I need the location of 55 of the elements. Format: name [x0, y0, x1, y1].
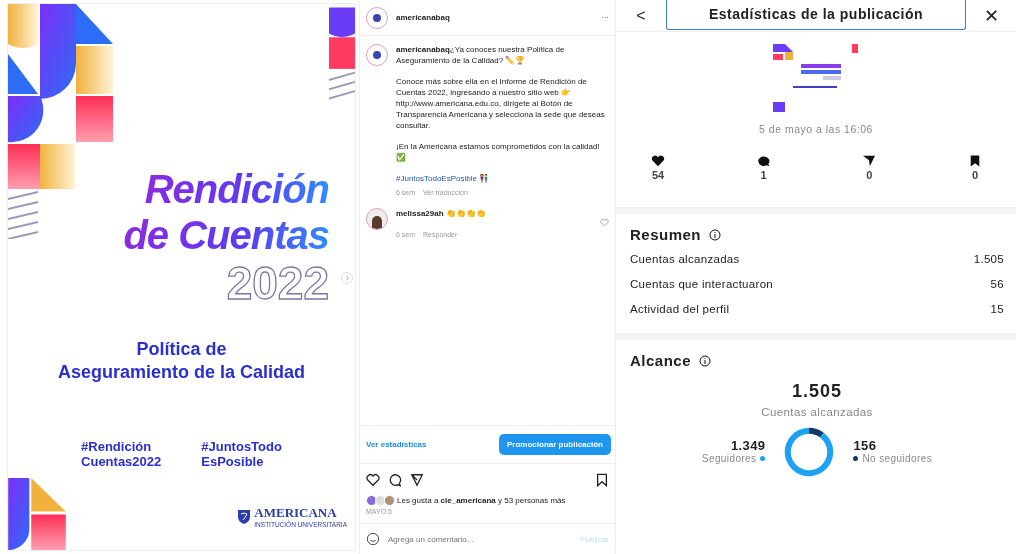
metric-label: Cuentas que interactuaron	[630, 278, 774, 290]
username[interactable]: americanabaq	[396, 13, 593, 22]
legend-label: No seguidores	[862, 453, 933, 464]
caption-text: americanabaq¿Ya conoces nuestra Política de Aseguramiento de la Calidad? ✏🏆	[396, 44, 566, 66]
avatar[interactable]	[366, 6, 388, 29]
legend-label: Seguidores	[701, 453, 757, 464]
count-value: 0	[866, 169, 873, 181]
metric-value: 1.505	[973, 253, 1004, 265]
shield-logo-icon	[237, 508, 252, 525]
comment-text: melissa29ah 👏👏👏👏	[396, 208, 487, 219]
heart-icon[interactable]	[366, 473, 380, 487]
comment-icon[interactable]	[388, 473, 402, 487]
post-date: 5 de mayo a las 16:06	[758, 123, 874, 135]
send-icon[interactable]	[410, 473, 424, 487]
more-options-button[interactable]: ···	[601, 13, 609, 22]
poster-hashtag: EsPosible	[201, 454, 265, 469]
legend-value: 156	[853, 438, 878, 453]
poster-subtitle: Política de	[135, 338, 228, 361]
info-icon[interactable]	[709, 228, 722, 241]
logo-name: AMERICANA	[254, 505, 338, 520]
poster-hashtag: Cuentas2022	[81, 454, 162, 469]
reach-label: Cuentas alcanzadas	[760, 406, 874, 418]
info-icon[interactable]	[699, 354, 712, 367]
count-value: 0	[971, 169, 979, 181]
caption-text: ¡En la Americana estamos comprometidos con la calidad! ✅	[396, 141, 601, 163]
liker-avatars	[366, 495, 393, 506]
comment-icon	[755, 155, 772, 167]
metric-label: Cuentas alcanzadas	[630, 253, 740, 265]
view-insights-link[interactable]: Ver estadísticas	[366, 440, 427, 449]
emoji-icon[interactable]	[366, 532, 380, 546]
send-icon	[861, 155, 878, 167]
section-heading: Alcance	[630, 352, 692, 369]
hashtag-link[interactable]: #JuntosTodoEsPosible 👫	[396, 173, 609, 184]
likes-text[interactable]: Les gusta a cie_americana y 53 personas más	[397, 496, 566, 505]
metric-label: Actividad del perfil	[630, 303, 730, 315]
count-value: 1	[760, 169, 767, 181]
caption-text: Conoce más sobre ella en el Informe de Rendición de Cuentas 2022, ingresando a nuestro sitio web 👉 http://www.americana.edu.co, dirígete al Botón de Transparencia Americana y selecciona la sede que deseas consultar.	[396, 76, 606, 131]
legend-value: 1.349	[730, 438, 766, 453]
geometric-decoration-drawing	[8, 478, 66, 550]
metric-value: 15	[990, 303, 1004, 315]
section-heading: Resumen	[630, 226, 702, 243]
poster-hashtag: #Rendición	[81, 439, 153, 454]
avatar[interactable]	[366, 208, 388, 230]
count-value: 54	[651, 169, 665, 181]
poster-hashtag: #JuntosTodo	[201, 439, 282, 454]
poster-year: 2022	[226, 258, 329, 308]
avatar[interactable]	[366, 44, 388, 66]
bookmark-icon[interactable]	[595, 473, 609, 487]
back-button[interactable]: <	[616, 6, 666, 25]
reach-total: 1.505	[790, 381, 843, 402]
metric-value: 56	[990, 278, 1004, 290]
close-button[interactable]: ✕	[966, 4, 1016, 27]
poster-subtitle: Aseguramiento de la Calidad	[57, 361, 306, 384]
heart-icon	[650, 155, 666, 167]
screen-title: Estadísticas de la publicación	[666, 0, 966, 30]
